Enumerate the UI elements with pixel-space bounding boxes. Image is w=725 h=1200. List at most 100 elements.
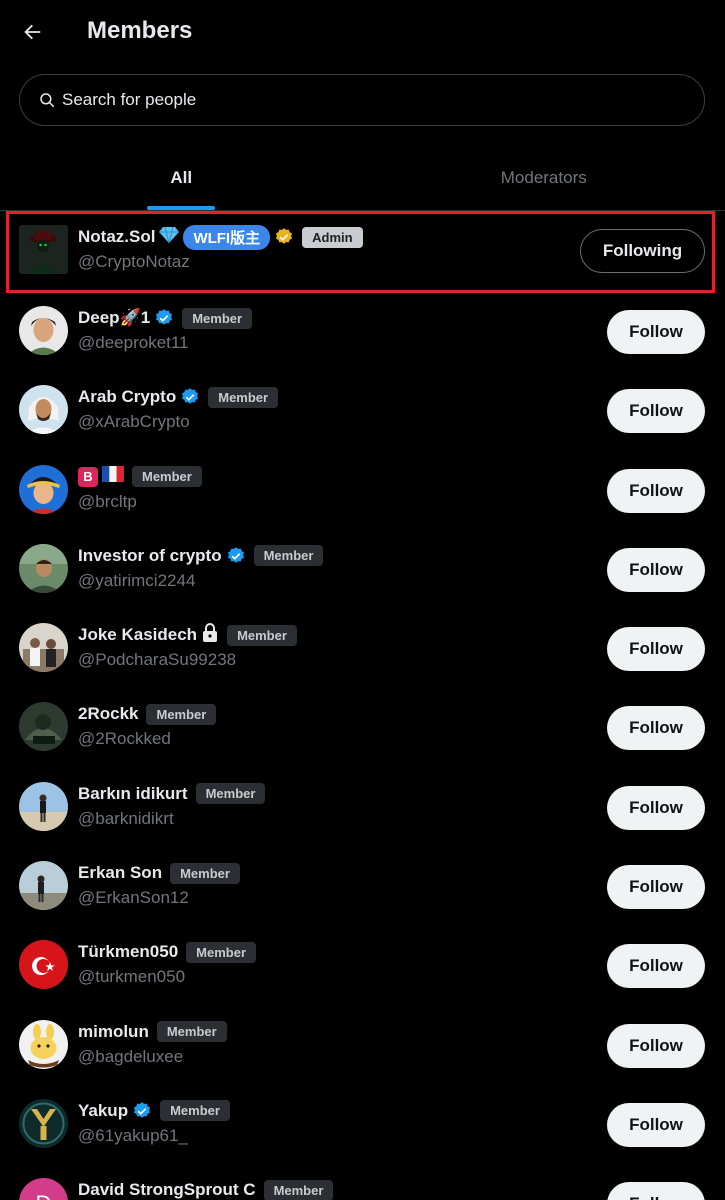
member-row[interactable]: Deep🚀1 Member @deeproket11 Follow — [0, 292, 725, 371]
avatar[interactable] — [19, 464, 68, 514]
follow-button[interactable]: Follow — [607, 547, 705, 592]
follow-button[interactable]: Follow — [607, 1102, 705, 1147]
back-button[interactable] — [14, 14, 50, 50]
search-input[interactable] — [62, 90, 662, 110]
member-row[interactable]: B Member @brcltp Follow — [0, 451, 725, 530]
gem-icon — [159, 226, 180, 249]
member-handle[interactable]: @yatirimci2244 — [78, 571, 195, 591]
member-handle[interactable]: @xArabCrypto — [78, 412, 190, 432]
avatar[interactable] — [19, 1098, 68, 1148]
verified-icon — [154, 308, 174, 328]
member-row[interactable]: Joke Kasidech Member @PodcharaSu99238 Fo… — [0, 609, 725, 688]
follow-button[interactable]: Follow — [607, 865, 705, 910]
member-handle[interactable]: @brcltp — [78, 492, 137, 512]
member-handle[interactable]: @2Rockked — [78, 729, 171, 749]
follow-button[interactable]: Follow — [607, 1182, 705, 1200]
avatar[interactable] — [19, 225, 68, 274]
avatar[interactable]: D — [19, 1178, 68, 1200]
member-row[interactable]: Investor of crypto Member @yatirimci2244… — [0, 530, 725, 609]
follow-button[interactable]: Follow — [607, 944, 705, 989]
role-badge: Member — [156, 1021, 227, 1043]
member-name[interactable]: David StrongSprout C — [78, 1180, 256, 1200]
svg-text:D: D — [36, 1191, 52, 1200]
arrow-left-icon — [24, 24, 41, 40]
member-name[interactable]: mimolun — [78, 1022, 149, 1042]
member-row[interactable]: mimolun Member @bagdeluxee Follow — [0, 1006, 725, 1085]
member-row[interactable]: Erkan Son Member @ErkanSon12 Follow — [0, 847, 725, 926]
member-row[interactable]: D David StrongSprout C Member Follow — [0, 1164, 725, 1200]
role-badge: Member — [146, 703, 217, 725]
france-flag-icon — [102, 466, 124, 487]
name-line: Notaz.Sol WLFI版主 Admin — [78, 224, 363, 250]
name-line: mimolun Member — [78, 1020, 227, 1044]
member-name[interactable]: Investor of crypto — [78, 546, 222, 566]
name-line: Joke Kasidech Member — [78, 622, 297, 648]
tab-bar: All Moderators — [0, 150, 725, 211]
lock-icon — [201, 622, 219, 648]
member-row[interactable]: Arab Crypto Member @xArabCrypto Follow — [0, 371, 725, 450]
member-handle[interactable]: @deeproket11 — [78, 333, 189, 353]
avatar[interactable] — [19, 1019, 68, 1069]
member-name[interactable]: Erkan Son — [78, 863, 162, 883]
avatar[interactable] — [19, 940, 68, 990]
member-row[interactable]: 2Rockk Member @2Rockked Follow — [0, 688, 725, 767]
tab-moderators[interactable]: Moderators — [363, 150, 725, 210]
member-handle[interactable]: @barknidikrt — [78, 809, 174, 829]
name-line: 2Rockk Member — [78, 702, 217, 726]
member-handle[interactable]: @bagdeluxee — [78, 1047, 183, 1067]
avatar[interactable] — [19, 543, 68, 593]
role-badge: Member — [227, 624, 297, 646]
role-badge: Member — [208, 386, 279, 408]
verified-icon — [226, 546, 246, 566]
member-handle[interactable]: @61yakup61_ — [78, 1126, 188, 1146]
name-line: B Member — [78, 465, 202, 489]
role-badge: Member — [253, 545, 324, 567]
member-name[interactable]: Barkın idikurt — [78, 784, 188, 804]
member-handle[interactable]: @PodcharaSu99238 — [78, 650, 236, 670]
member-name[interactable]: Yakup — [78, 1101, 128, 1121]
member-name[interactable]: Notaz.Sol — [78, 227, 155, 247]
member-name[interactable]: Arab Crypto — [78, 387, 176, 407]
community-tag: WLFI版主 — [183, 224, 271, 250]
member-name[interactable]: Deep🚀1 — [78, 308, 150, 328]
follow-button[interactable]: Follow — [607, 468, 705, 513]
role-badge: Member — [132, 466, 202, 488]
tab-all[interactable]: All — [0, 150, 363, 210]
member-row[interactable]: Barkın idikurt Member @barknidikrt Follo… — [0, 768, 725, 847]
member-row[interactable]: Notaz.Sol WLFI版主 Admin @CryptoNotaz Foll… — [0, 211, 725, 293]
member-name[interactable]: Joke Kasidech — [78, 625, 197, 645]
following-button[interactable]: Following — [580, 229, 705, 273]
search-bar[interactable] — [19, 74, 705, 126]
member-list: Notaz.Sol WLFI版主 Admin @CryptoNotaz Foll… — [0, 211, 725, 1200]
role-badge: Member — [182, 307, 253, 329]
member-row[interactable]: Türkmen050 Member @turkmen050 Follow — [0, 926, 725, 1005]
avatar[interactable] — [19, 385, 68, 435]
avatar[interactable] — [19, 781, 68, 831]
avatar[interactable] — [19, 623, 68, 673]
tab-moderators-label: Moderators — [500, 168, 587, 187]
name-line: Investor of crypto Member — [78, 544, 324, 568]
member-name[interactable]: Türkmen050 — [78, 942, 178, 962]
tab-all-label: All — [170, 168, 193, 187]
follow-button[interactable]: Follow — [607, 1023, 705, 1068]
name-line: Yakup Member — [78, 1099, 230, 1123]
active-tab-indicator — [147, 206, 216, 210]
member-name[interactable]: 2Rockk — [78, 704, 138, 724]
follow-button[interactable]: Follow — [607, 785, 705, 830]
follow-button[interactable]: Follow — [607, 706, 705, 751]
follow-button[interactable]: Follow — [607, 627, 705, 672]
avatar[interactable] — [19, 702, 68, 752]
member-handle[interactable]: @CryptoNotaz — [78, 252, 190, 272]
name-line: Türkmen050 Member — [78, 940, 257, 964]
follow-button[interactable]: Follow — [607, 389, 705, 434]
member-row[interactable]: Yakup Member @61yakup61_ Follow — [0, 1085, 725, 1164]
verified-icon — [132, 1101, 152, 1121]
name-line: Barkın idikurt Member — [78, 782, 266, 806]
avatar[interactable] — [19, 861, 68, 911]
page-title: Members — [87, 17, 193, 44]
follow-button[interactable]: Follow — [607, 310, 705, 354]
avatar[interactable] — [19, 306, 68, 355]
member-handle[interactable]: @turkmen050 — [78, 967, 185, 987]
member-handle[interactable]: @ErkanSon12 — [78, 888, 189, 908]
role-badge: Member — [195, 783, 266, 805]
